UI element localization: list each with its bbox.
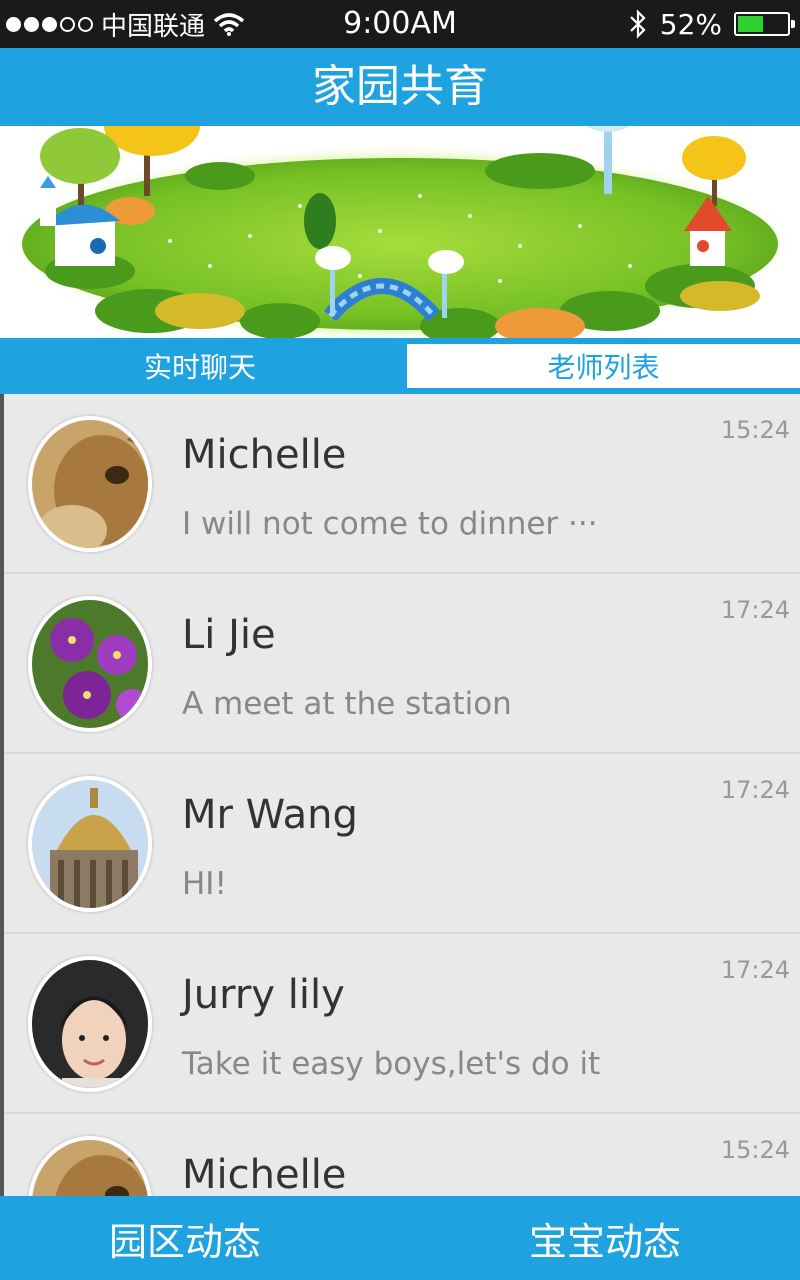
- tab-bar: 实时聊天 老师列表: [0, 338, 800, 394]
- bluetooth-icon: [629, 9, 646, 39]
- tab-teacher-list[interactable]: 老师列表: [407, 344, 800, 388]
- chat-row-jurry-lily[interactable]: Jurry lily Take it easy boys,let's do it…: [4, 934, 800, 1114]
- tab-realtime-chat[interactable]: 实时聊天: [0, 338, 400, 394]
- cat-avatar-image: [32, 420, 148, 548]
- avatar: [28, 1136, 152, 1196]
- status-right: 52%: [628, 0, 795, 48]
- contact-name: Michelle: [182, 1152, 347, 1196]
- battery-fill: [738, 16, 763, 32]
- cat-avatar-image: [32, 1140, 148, 1196]
- avatar: [28, 776, 152, 912]
- last-message: I will not come to dinner ···: [182, 506, 598, 542]
- cathedral-avatar-image: [32, 780, 148, 908]
- chat-row-li-jie[interactable]: Li Jie A meet at the station 17:24: [4, 574, 800, 754]
- avatar: [28, 416, 152, 552]
- battery-percent: 52%: [659, 7, 722, 41]
- message-time: 17:24: [720, 956, 790, 984]
- message-time: 17:24: [720, 776, 790, 804]
- message-time: 15:24: [720, 416, 790, 444]
- last-message: A meet at the station: [182, 686, 512, 722]
- portrait-avatar-image: [32, 960, 148, 1088]
- contact-name: Li Jie: [182, 612, 276, 658]
- header: 家园共育: [0, 48, 800, 126]
- nav-baby-news-button[interactable]: 宝宝动态: [420, 1196, 790, 1280]
- contact-name: Michelle: [182, 432, 347, 478]
- nav-campus-news-button[interactable]: 园区动态: [0, 1196, 370, 1280]
- status-bar: 中国联通 9:00AM 52%: [0, 0, 800, 48]
- bottom-nav: 园区动态 宝宝动态: [0, 1196, 800, 1280]
- last-message: Take it easy boys,let's do it: [182, 1046, 601, 1082]
- avatar: [28, 956, 152, 1092]
- chat-row-michelle-2[interactable]: Michelle 15:24: [4, 1114, 800, 1196]
- page-title: 家园共育: [312, 61, 488, 112]
- flowers-avatar-image: [32, 600, 148, 728]
- contact-name: Jurry lily: [182, 972, 345, 1018]
- contact-name: Mr Wang: [182, 792, 358, 838]
- message-time: 15:24: [720, 1136, 790, 1164]
- chat-row-michelle[interactable]: Michelle I will not come to dinner ··· 1…: [4, 394, 800, 574]
- chat-row-mr-wang[interactable]: Mr Wang HI! 17:24: [4, 754, 800, 934]
- garden-illustration: [0, 126, 800, 338]
- garden-banner-image: [0, 126, 800, 338]
- message-time: 17:24: [720, 596, 790, 624]
- avatar: [28, 596, 152, 732]
- battery-icon: [734, 12, 795, 36]
- chat-list[interactable]: Michelle I will not come to dinner ··· 1…: [0, 394, 800, 1196]
- last-message: HI!: [182, 866, 227, 902]
